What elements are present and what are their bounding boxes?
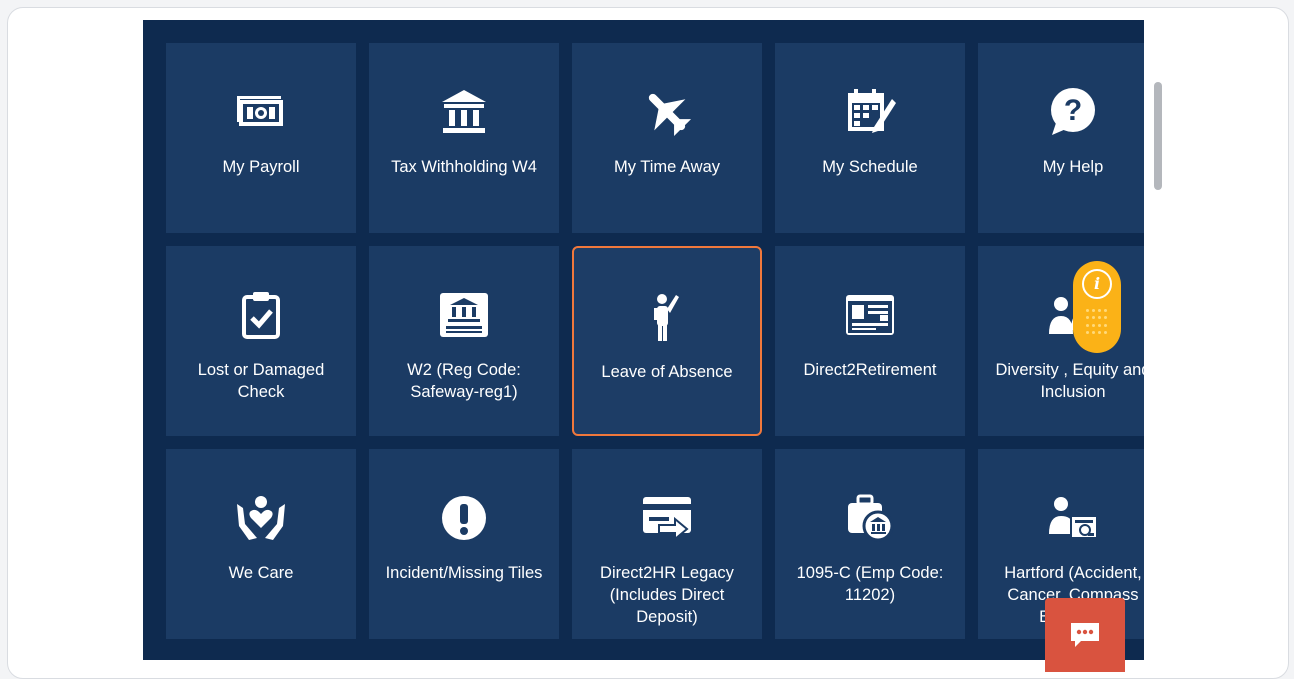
tile-diversity-equity-inclusion[interactable]: Diversity , Equity and Inclusion [978, 246, 1144, 436]
info-widget[interactable]: i [1073, 261, 1121, 353]
tile-my-payroll[interactable]: My Payroll [166, 43, 356, 233]
tile-label: Direct2HR Legacy (Includes Direct Deposi… [600, 564, 734, 626]
money-icon [166, 85, 356, 139]
tile-label: Lost or Damaged Check [197, 361, 325, 401]
svg-text:?: ? [1064, 94, 1082, 127]
calendar-edit-icon [775, 85, 965, 139]
info-icon: i [1082, 269, 1112, 299]
chat-button[interactable] [1045, 598, 1125, 672]
tile-my-time-away[interactable]: My Time Away [572, 43, 762, 233]
tile-1095c[interactable]: 1095-C (Emp Code: 11202) [775, 449, 965, 639]
airplane-icon [572, 85, 762, 139]
bank-form-icon [369, 288, 559, 342]
tile-incident-missing-tiles[interactable]: Incident/Missing Tiles [369, 449, 559, 639]
clipboard-check-icon [166, 288, 356, 342]
tile-label: My Schedule [822, 158, 918, 176]
tile-label: Incident/Missing Tiles [385, 564, 543, 582]
drag-handle-icon[interactable] [1086, 309, 1108, 335]
question-bubble-icon: ? [978, 85, 1144, 139]
tile-my-help[interactable]: ? My Help [978, 43, 1144, 233]
tile-we-care[interactable]: We Care [166, 449, 356, 639]
tile-direct2hr-legacy[interactable]: Direct2HR Legacy (Includes Direct Deposi… [572, 449, 762, 639]
card-arrow-icon [572, 491, 762, 545]
tile-leave-of-absence[interactable]: Leave of Absence [572, 246, 762, 436]
browser-frame: My Payroll Tax Withholding W4 My Time Aw… [7, 7, 1289, 679]
person-waving-icon [574, 290, 760, 344]
tile-label: Leave of Absence [601, 363, 733, 381]
tile-w2[interactable]: W2 (Reg Code: Safeway-reg1) [369, 246, 559, 436]
tile-label: My Payroll [222, 158, 300, 176]
tile-grid: My Payroll Tax Withholding W4 My Time Aw… [143, 20, 1144, 660]
tile-label: 1095-C (Emp Code: 11202) [796, 564, 944, 604]
tile-label: W2 (Reg Code: Safeway-reg1) [407, 361, 521, 401]
briefcase-bank-icon [775, 491, 965, 545]
tile-lost-or-damaged-check[interactable]: Lost or Damaged Check [166, 246, 356, 436]
tile-label: Tax Withholding W4 [391, 158, 537, 176]
tile-label: Diversity , Equity and Inclusion [995, 361, 1145, 401]
person-document-icon [978, 491, 1144, 545]
hands-heart-icon [166, 491, 356, 545]
tile-label: My Time Away [613, 158, 721, 176]
bank-icon [369, 85, 559, 139]
tile-label: My Help [1042, 158, 1104, 176]
chat-icon [1071, 623, 1099, 647]
exclamation-circle-icon [369, 491, 559, 545]
tile-label: We Care [228, 564, 294, 582]
scrollbar-thumb[interactable] [1154, 82, 1162, 190]
browser-card-icon [775, 288, 965, 342]
tile-tax-withholding[interactable]: Tax Withholding W4 [369, 43, 559, 233]
tile-label: Direct2Retirement [803, 361, 937, 379]
tile-direct2retirement[interactable]: Direct2Retirement [775, 246, 965, 436]
tile-my-schedule[interactable]: My Schedule [775, 43, 965, 233]
